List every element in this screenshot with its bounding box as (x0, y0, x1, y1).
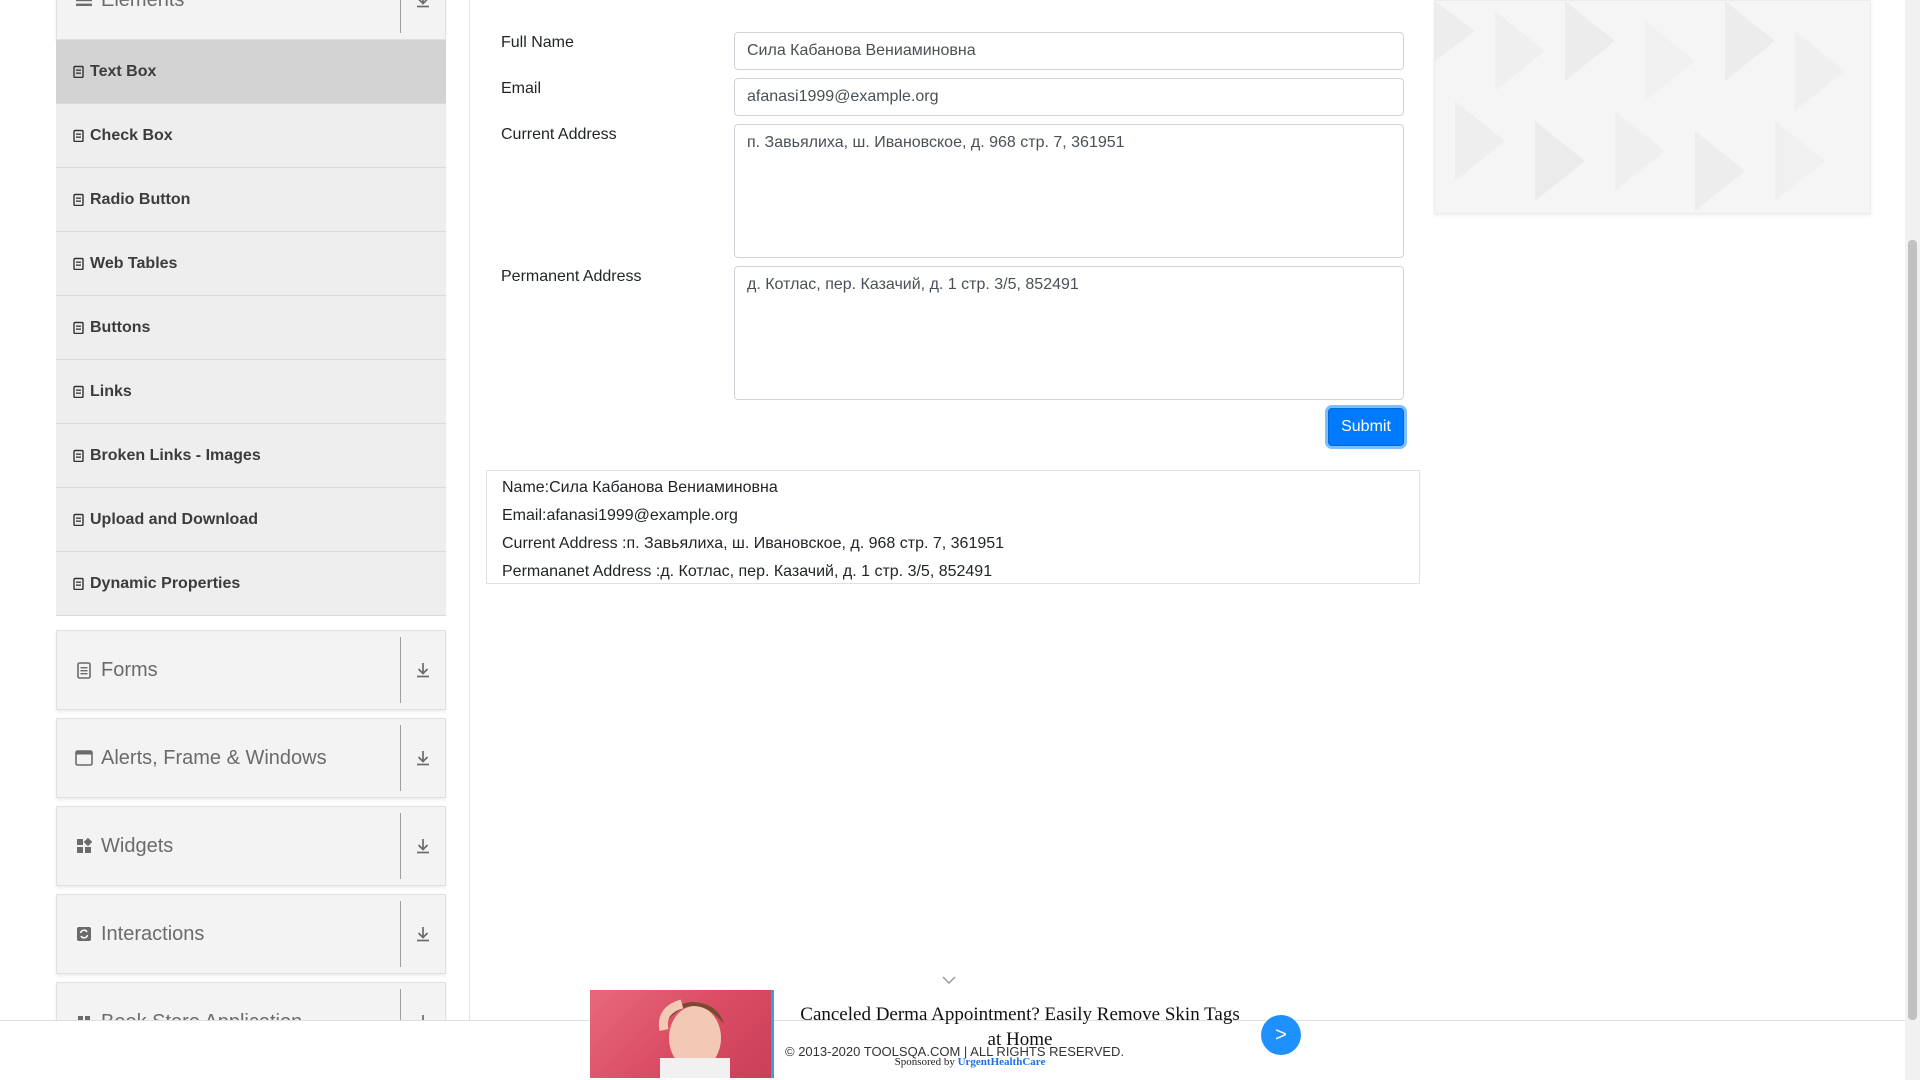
window-icon (73, 747, 95, 769)
sidebar-item-label: Broken Links - Images (90, 446, 261, 464)
group-title-elements: Elements (101, 0, 400, 12)
left-panel: Elements Text Box Check Box Radio Button… (34, 0, 470, 1080)
clipboard-icon (72, 129, 84, 143)
ad-sponsored-prefix: Sponsored by (894, 1056, 955, 1068)
sidebar-item-label: Upload and Download (90, 510, 258, 528)
sidebar-item-radio-button[interactable]: Radio Button (56, 168, 446, 232)
download-arrow-icon[interactable] (401, 718, 445, 798)
group-header-interactions[interactable]: Interactions (56, 894, 446, 974)
clipboard-icon (72, 321, 84, 335)
output-panel: Name:Сила Кабанова Вениаминовна Email:af… (486, 470, 1420, 584)
clipboard-icon (72, 577, 84, 591)
clipboard-icon (72, 513, 84, 527)
sidebar-item-label: Check Box (90, 126, 173, 144)
ad-banner-image[interactable] (1434, 0, 1871, 214)
ad-go-button[interactable]: > (1261, 1015, 1301, 1055)
sidebar-item-web-tables[interactable]: Web Tables (56, 232, 446, 296)
group-header-forms[interactable]: Forms (56, 630, 446, 710)
sidebar-item-dynamic-properties[interactable]: Dynamic Properties (56, 552, 446, 616)
email-input[interactable]: afanasi1999@example.org (734, 78, 1404, 116)
clipboard-icon (72, 65, 84, 79)
ad-headline[interactable]: Canceled Derma Appointment? Easily Remov… (800, 1002, 1240, 1052)
interactions-icon (73, 923, 95, 945)
sidebar-item-text-box[interactable]: Text Box (56, 40, 446, 104)
output-email: Email:afanasi1999@example.org (502, 507, 738, 524)
full-name-input[interactable]: Сила Кабанова Вениаминовна (734, 32, 1404, 70)
group-title-widgets: Widgets (101, 834, 174, 857)
document-icon (73, 659, 95, 681)
group-header-elements[interactable]: Elements (56, 0, 446, 40)
email-label: Email (501, 80, 542, 97)
ad-image[interactable] (590, 990, 774, 1078)
sidebar-item-label: Buttons (90, 318, 151, 336)
sidebar-item-links[interactable]: Links (56, 360, 446, 424)
menu-icon (73, 0, 95, 11)
download-arrow-icon[interactable] (401, 806, 445, 886)
chevron-down-icon[interactable] (942, 972, 956, 988)
clipboard-icon (72, 385, 84, 399)
sidebar-item-check-box[interactable]: Check Box (56, 104, 446, 168)
download-arrow-icon[interactable] (401, 894, 445, 974)
sidebar-item-broken-links-images[interactable]: Broken Links - Images (56, 424, 446, 488)
page: Elements Text Box Check Box Radio Button… (0, 0, 1920, 1080)
ad-sponsor-link[interactable]: UrgentHealthCare (958, 1056, 1046, 1068)
ad-sponsor-line: Sponsored by UrgentHealthCare (790, 1056, 1150, 1068)
download-arrow-icon[interactable] (401, 630, 445, 710)
submit-button[interactable]: Submit (1328, 408, 1404, 446)
sidebar-item-label: Web Tables (90, 254, 178, 272)
permanent-address-label: Permanent Address (501, 268, 642, 285)
clipboard-icon (72, 257, 84, 271)
permanent-address-textarea[interactable]: д. Котлас, пер. Казачий, д. 1 стр. 3/5, … (734, 266, 1404, 400)
clipboard-icon (72, 193, 84, 207)
current-address-label: Current Address (501, 126, 617, 143)
group-title-forms: Forms (101, 658, 158, 681)
output-permanent-address: Permananet Address :д. Котлас, пер. Каза… (502, 563, 993, 580)
group-header-alerts[interactable]: Alerts, Frame & Windows (56, 718, 446, 798)
group-title-alerts: Alerts, Frame & Windows (101, 746, 327, 769)
scrollbar-thumb[interactable] (1908, 240, 1917, 1020)
sidebar-item-upload-and-download[interactable]: Upload and Download (56, 488, 446, 552)
output-name: Name:Сила Кабанова Вениаминовна (502, 479, 778, 496)
widgets-icon (73, 835, 95, 857)
group-title-interactions: Interactions (101, 922, 205, 945)
sidebar-item-label: Text Box (90, 62, 157, 80)
download-arrow-icon[interactable] (401, 0, 445, 40)
elements-menu: Text Box Check Box Radio Button Web Tabl… (56, 40, 446, 616)
full-name-label: Full Name (501, 34, 574, 51)
current-address-textarea[interactable]: п. Завьялиха, ш. Ивановское, д. 968 стр.… (734, 124, 1404, 258)
group-header-widgets[interactable]: Widgets (56, 806, 446, 886)
sidebar-item-buttons[interactable]: Buttons (56, 296, 446, 360)
clipboard-icon (72, 449, 84, 463)
sidebar-item-label: Radio Button (90, 190, 191, 208)
sidebar-item-label: Links (90, 382, 132, 400)
bottom-ad[interactable]: Canceled Derma Appointment? Easily Remov… (590, 990, 1302, 1078)
sidebar-item-label: Dynamic Properties (90, 574, 241, 592)
output-current-address: Current Address :п. Завьялиха, ш. Иванов… (502, 535, 1005, 552)
